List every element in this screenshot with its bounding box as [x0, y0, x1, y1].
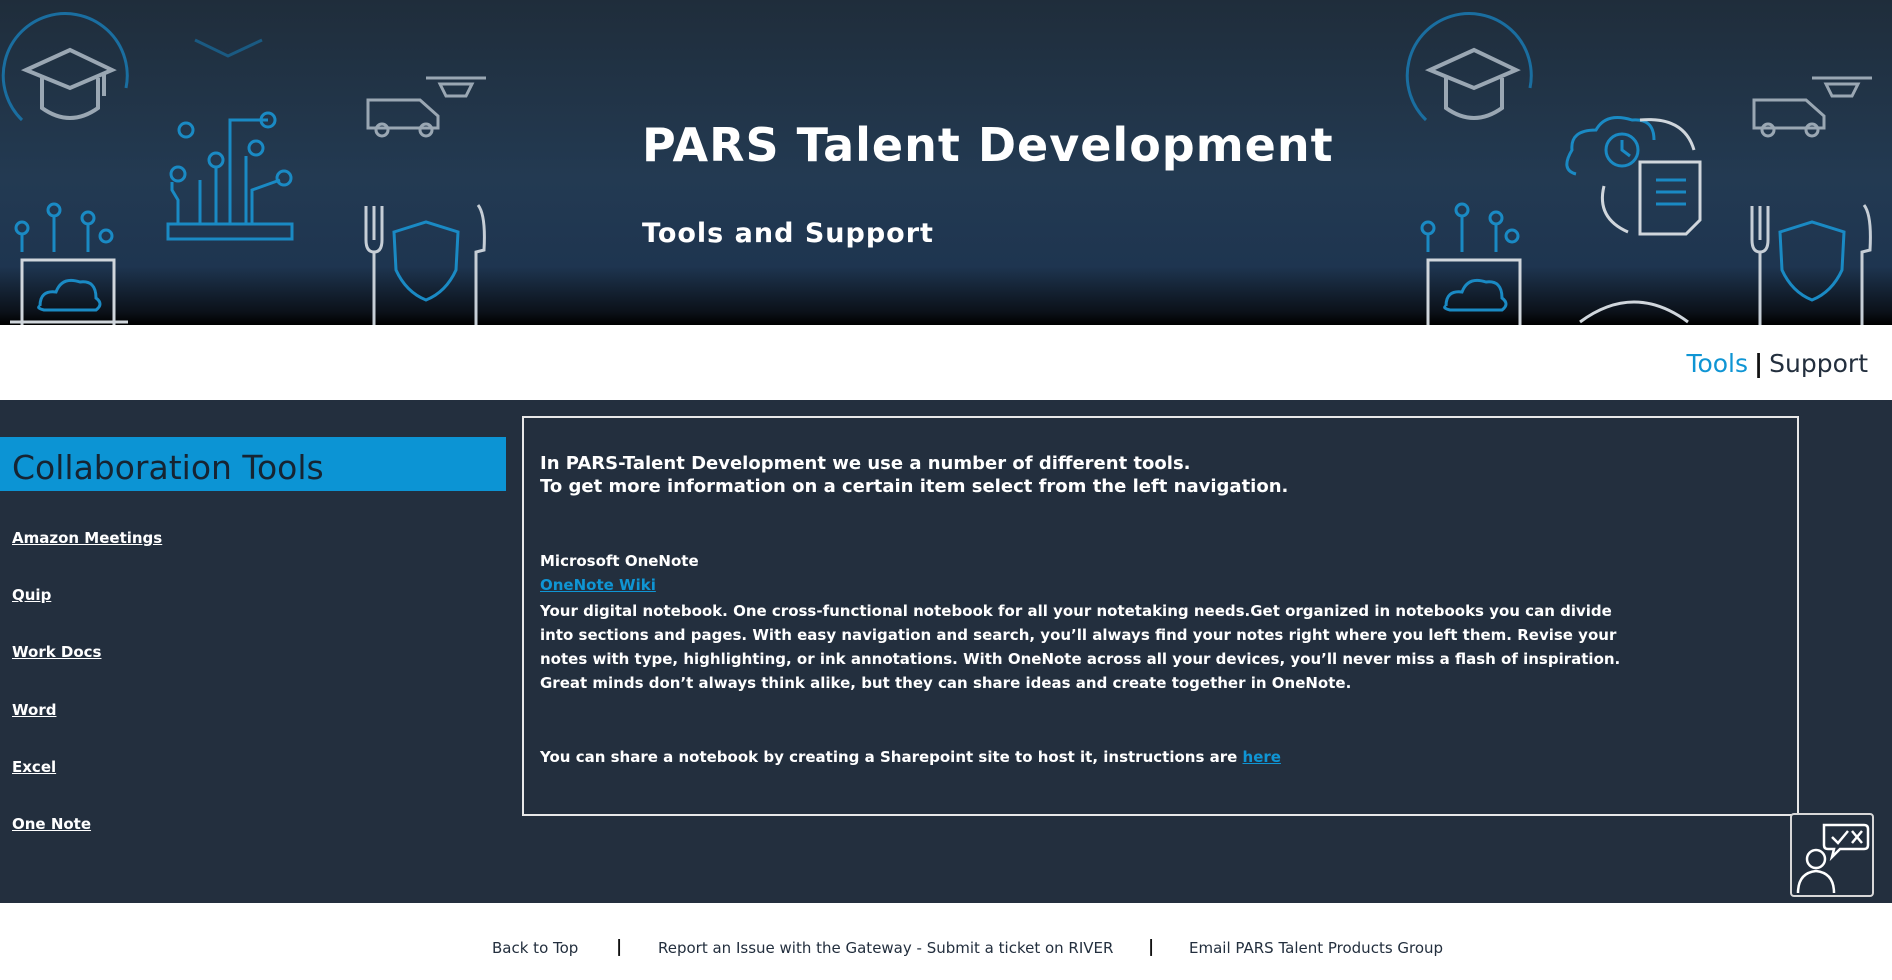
main-content-area: Collaboration Tools Amazon Meetings Quip…: [0, 400, 1892, 903]
sidebar-item-work-docs[interactable]: Work Docs: [12, 643, 102, 661]
intro-text: In PARS-Talent Development we use a numb…: [540, 452, 1288, 498]
intro-line-1: In PARS-Talent Development we use a numb…: [540, 453, 1191, 474]
sidebar-item-quip[interactable]: Quip: [12, 586, 51, 604]
email-group-link[interactable]: Email PARS Talent Products Group: [1189, 939, 1443, 957]
van-icon: [366, 98, 440, 138]
sidebar-title: Collaboration Tools: [12, 448, 324, 487]
nav-link-tools[interactable]: Tools: [1686, 349, 1748, 378]
sidebar-item-excel[interactable]: Excel: [12, 758, 56, 776]
footer-separator: |: [1148, 937, 1155, 957]
top-nav-links: Tools | Support: [1686, 349, 1868, 378]
arc-deco-icon: [1579, 300, 1689, 324]
drone-icon: [426, 76, 486, 98]
footer-separator: |: [616, 937, 623, 957]
page-subtitle: Tools and Support: [642, 218, 934, 249]
page: PARS Talent Development Tools and Suppor…: [0, 0, 1892, 980]
intro-line-2: To get more information on a certain ite…: [540, 476, 1289, 497]
tool-description: Your digital notebook. One cross-functio…: [540, 602, 1621, 692]
cloud-clock-document-icon: [1565, 116, 1702, 236]
circuit-small-icon: [1420, 202, 1520, 252]
graduation-cap-icon: [1424, 47, 1521, 120]
laptop-cloud-icon: [10, 258, 128, 325]
share-instructions: You can share a notebook by creating a S…: [540, 748, 1281, 766]
page-title: PARS Talent Development: [642, 118, 1334, 172]
report-issue-link[interactable]: Report an Issue with the Gateway - Submi…: [658, 939, 1113, 957]
nav-separator: |: [1754, 349, 1764, 378]
drone-icon: [1812, 76, 1872, 98]
chevron-deco-icon: [194, 38, 263, 58]
fork-knife-shield-icon: [1750, 204, 1872, 325]
footer: Back to Top | Report an Issue with the G…: [0, 903, 1892, 980]
back-to-top-link[interactable]: Back to Top: [492, 939, 578, 957]
sidebar-header: Collaboration Tools: [0, 437, 506, 491]
feedback-button[interactable]: [1790, 813, 1874, 897]
sidebar-item-one-note[interactable]: One Note: [12, 815, 91, 833]
tool-name: Microsoft OneNote: [540, 552, 699, 570]
van-icon: [1752, 98, 1826, 138]
share-text: You can share a notebook by creating a S…: [540, 748, 1243, 766]
nav-link-support[interactable]: Support: [1769, 349, 1868, 378]
feedback-person-icon: [1796, 823, 1870, 894]
circuit-icon: [166, 111, 294, 241]
circuit-small-icon: [14, 202, 114, 252]
hero-banner: PARS Talent Development Tools and Suppor…: [0, 0, 1892, 325]
onenote-wiki-link[interactable]: OneNote Wiki: [540, 576, 656, 594]
sidebar-item-word[interactable]: Word: [12, 701, 56, 719]
laptop-cloud-icon: [1426, 258, 1522, 325]
share-here-link[interactable]: here: [1243, 748, 1281, 766]
top-navigation: Tools | Support: [0, 325, 1892, 400]
sidebar-item-amazon-meetings[interactable]: Amazon Meetings: [12, 529, 162, 547]
fork-knife-shield-icon: [364, 204, 486, 325]
tool-info-panel: In PARS-Talent Development we use a numb…: [522, 416, 1799, 816]
graduation-cap-icon: [20, 47, 117, 120]
